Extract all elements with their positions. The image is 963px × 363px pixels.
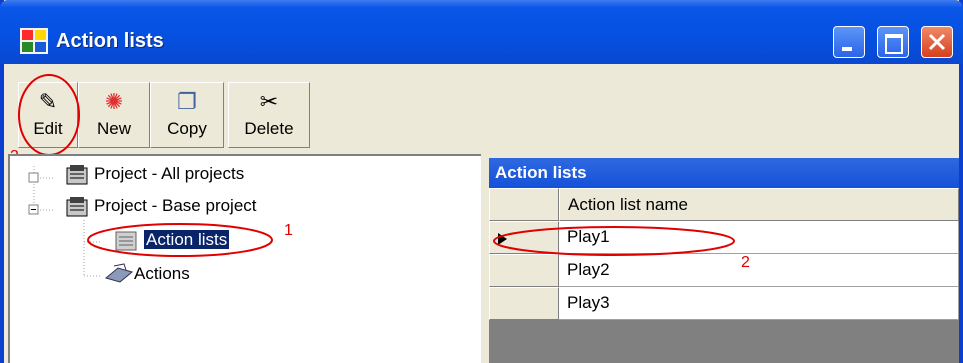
annotation-1: 1 — [284, 222, 293, 239]
row-header[interactable] — [489, 287, 559, 320]
window-title: Action lists — [56, 30, 164, 52]
table-row[interactable]: Play3 — [559, 287, 959, 320]
actions-icon — [104, 262, 134, 291]
tree-item-actions[interactable]: Actions — [134, 264, 190, 284]
tree-item-base-project[interactable]: Project - Base project — [94, 196, 257, 216]
grid-corner-header — [489, 188, 559, 221]
play1-annotation-ellipse — [493, 226, 735, 256]
close-button[interactable] — [921, 26, 953, 58]
tree-item-all-projects[interactable]: Project - All projects — [94, 164, 244, 184]
maximize-button[interactable] — [877, 26, 909, 58]
column-header-action-list-name[interactable]: Action list name — [559, 188, 959, 221]
minimize-icon — [842, 47, 852, 51]
new-icon: ✺ — [104, 89, 124, 114]
grid-title: Action lists — [489, 158, 959, 188]
project-tree[interactable]: Project - All projects Project - Base pr… — [8, 154, 481, 363]
close-icon — [928, 33, 946, 51]
action-lists-annotation-ellipse — [87, 223, 273, 257]
action-lists-window: Action lists ✎ Edit ✺ New ❐ Copy ✂ Delet… — [0, 0, 963, 363]
action-lists-grid[interactable]: Action lists Action list name Play1 Play… — [489, 158, 959, 363]
app-icon — [20, 28, 48, 54]
annotation-2: 2 — [741, 254, 750, 271]
new-button[interactable]: ✺ New — [78, 82, 150, 148]
delete-button[interactable]: ✂ Delete — [228, 82, 310, 148]
maximize-icon — [885, 34, 903, 54]
copy-button[interactable]: ❐ Copy — [150, 82, 224, 148]
copy-icon: ❐ — [177, 89, 197, 114]
project-icon — [66, 164, 88, 191]
delete-icon: ✂ — [259, 89, 279, 114]
title-bar[interactable]: Action lists — [0, 0, 963, 64]
edit-annotation-circle — [18, 74, 80, 156]
minimize-button[interactable] — [833, 26, 865, 58]
